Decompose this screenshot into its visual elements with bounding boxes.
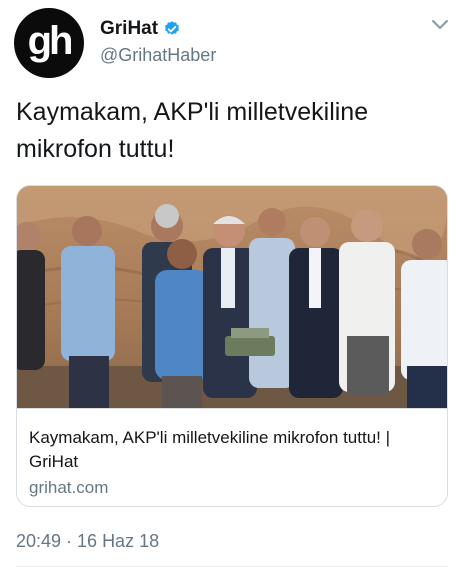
card-title[interactable]: Kaymakam, AKP'li milletvekiline mikrofon… [29, 426, 439, 474]
news-photo [17, 186, 447, 408]
avatar[interactable]: gh [14, 8, 84, 78]
tweet-text: Kaymakam, AKP'li milletvekiline mikrofon… [16, 98, 369, 163]
divider [16, 566, 448, 567]
handle[interactable]: @GrihatHaber [100, 45, 216, 66]
chevron-down-icon[interactable] [430, 18, 450, 32]
card-image[interactable] [17, 186, 447, 409]
display-name[interactable]: GriHat [100, 18, 158, 40]
display-name-row[interactable]: GriHat [100, 18, 181, 40]
timestamp[interactable]: 20:49 · 16 Haz 18 [16, 531, 159, 552]
tweet: gh GriHat @GrihatHaber Kaymakam, AKP'li … [0, 0, 464, 570]
card-domain: grihat.com [29, 478, 109, 497]
avatar-logo: gh [27, 19, 74, 63]
link-card[interactable]: Kaymakam, AKP'li milletvekiline mikrofon… [16, 185, 448, 507]
verified-badge-icon [165, 21, 180, 35]
